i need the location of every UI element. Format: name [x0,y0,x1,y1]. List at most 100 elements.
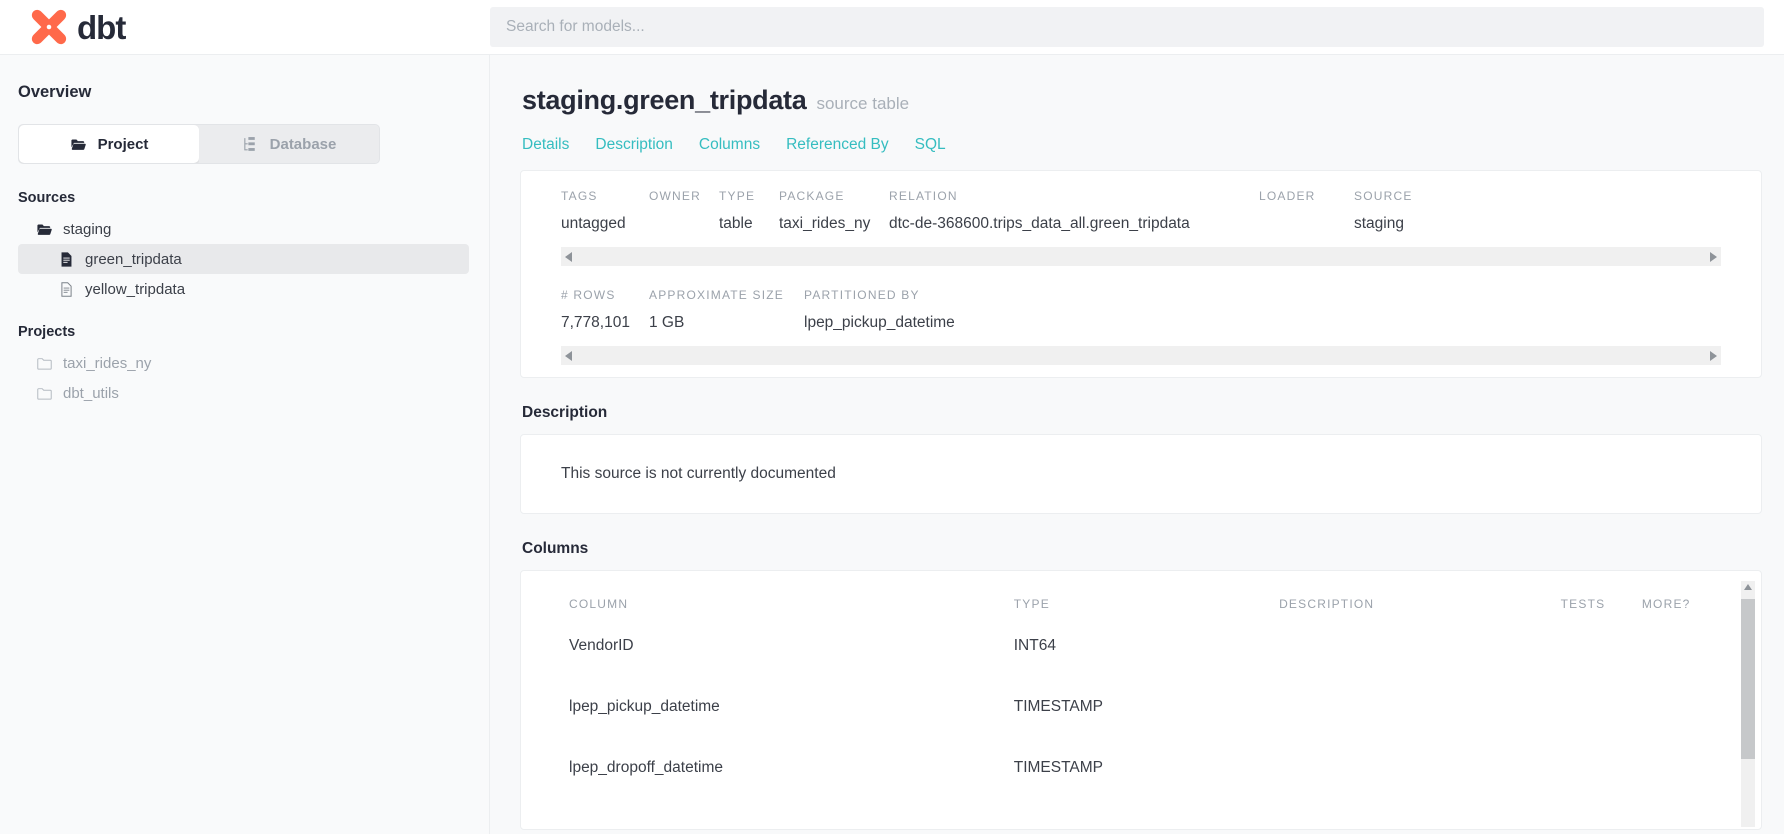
open-folder-icon [70,139,86,150]
sidebar: Overview Project Database Sources stagin… [0,55,490,834]
dbt-docs-app: dbt Overview Project [0,0,1784,834]
page-subtitle: source table [816,94,910,113]
sidebar-item-dbt-utils-label: dbt_utils [63,384,119,402]
cell-column-type: TIMESTAMP [1013,759,1104,776]
table-row[interactable]: VendorID INT64 [521,637,1761,698]
detail-tags-value: untagged [561,215,626,232]
body-container: Overview Project Database Sources stagin… [0,55,1784,834]
details-row-primary: TAGS untagged OWNER TYPE table PACKAGE t… [521,171,1761,239]
detail-rows-label: # ROWS [561,288,616,302]
column-header-description: DESCRIPTION [1279,597,1375,611]
sidebar-item-taxi-rides-ny[interactable]: taxi_rides_ny [18,348,469,378]
detail-partitioned-by-label: PARTITIONED BY [804,288,920,302]
detail-type-value: table [719,215,753,232]
content-tabs: Details Description Columns Referenced B… [522,136,1762,154]
details-card: TAGS untagged OWNER TYPE table PACKAGE t… [520,170,1762,378]
scroll-right-arrow-icon[interactable] [1710,350,1717,361]
columns-table: COLUMN TYPE DESCRIPTION TESTS MORE? Vend… [521,597,1761,820]
sidebar-folder-staging[interactable]: staging [18,214,469,244]
cell-column-name: lpep_pickup_datetime [569,698,720,715]
detail-owner-label: OWNER [649,189,701,203]
cell-column-description [1279,637,1561,698]
cell-column-name: lpep_dropoff_datetime [569,759,723,776]
detail-approx-size-label: APPROXIMATE SIZE [649,288,784,302]
column-header-column: COLUMN [569,597,629,611]
detail-tags-label: TAGS [561,189,598,203]
detail-source-value: staging [1354,215,1404,232]
description-text: This source is not currently documented [561,465,836,482]
open-folder-icon [37,224,52,235]
tree-hierarchy-icon [243,136,255,151]
cell-column-tests [1561,698,1642,759]
columns-heading: Columns [522,540,589,557]
tab-referenced-by[interactable]: Referenced By [786,136,889,154]
description-heading: Description [522,404,608,421]
tab-columns[interactable]: Columns [699,136,760,154]
sidebar-item-yellow-tripdata[interactable]: yellow_tripdata [18,274,469,304]
detail-rows-value: 7,778,101 [561,314,630,331]
search-container [490,0,1784,54]
scroll-left-arrow-icon[interactable] [565,350,572,361]
sources-heading: Sources [18,190,76,206]
cell-column-tests [1561,637,1642,698]
detail-package: PACKAGE taxi_rides_ny [779,189,889,233]
project-database-toggle: Project Database [18,124,380,164]
scroll-up-arrow-icon[interactable] [1744,584,1752,590]
tab-details[interactable]: Details [522,136,569,154]
main-content: staging.green_tripdata source table Deta… [490,55,1784,834]
sidebar-item-yellow-tripdata-label: yellow_tripdata [85,280,186,298]
table-row[interactable]: lpep_pickup_datetime TIMESTAMP [521,698,1761,759]
sidebar-item-dbt-utils[interactable]: dbt_utils [18,378,469,408]
file-outline-icon [61,281,72,297]
sidebar-item-green-tripdata[interactable]: green_tripdata [18,244,469,274]
detail-type: TYPE table [719,189,779,233]
scroll-right-arrow-icon[interactable] [1710,251,1717,262]
detail-relation-value: dtc-de-368600.trips_data_all.green_tripd… [889,215,1190,232]
scrollbar-thumb[interactable] [1741,599,1755,759]
cell-column-description [1279,759,1561,820]
columns-card: COLUMN TYPE DESCRIPTION TESTS MORE? Vend… [520,570,1762,830]
tab-description[interactable]: Description [595,136,673,154]
detail-package-value: taxi_rides_ny [779,215,871,232]
detail-partitioned-by: PARTITIONED BY lpep_pickup_datetime [804,288,1064,332]
tab-project[interactable]: Project [19,125,199,163]
detail-approx-size-value: 1 GB [649,314,685,331]
closed-folder-icon [37,387,52,400]
column-header-type: TYPE [1013,597,1050,611]
detail-owner: OWNER [649,189,719,233]
top-bar: dbt [0,0,1784,55]
detail-source: SOURCE staging [1354,189,1444,233]
cell-column-type: INT64 [1013,637,1056,654]
detail-relation-label: RELATION [889,189,958,203]
detail-type-label: TYPE [719,189,756,203]
detail-source-label: SOURCE [1354,189,1413,203]
detail-partitioned-by-value: lpep_pickup_datetime [804,314,955,331]
columns-table-header-row: COLUMN TYPE DESCRIPTION TESTS MORE? [521,597,1761,637]
search-input[interactable] [490,7,1764,47]
sidebar-item-taxi-rides-ny-label: taxi_rides_ny [63,354,152,372]
details-row-secondary: # ROWS 7,778,101 APPROXIMATE SIZE 1 GB P… [521,266,1761,338]
details-horizontal-scrollbar-bottom[interactable] [561,346,1721,365]
detail-relation: RELATION dtc-de-368600.trips_data_all.gr… [889,189,1259,233]
brand-name: dbt [77,8,126,46]
columns-vertical-scrollbar[interactable] [1741,581,1755,827]
tab-database-label: Database [269,135,337,153]
page-title: staging.green_tripdata [522,85,807,115]
sidebar-item-overview[interactable]: Overview [18,83,469,102]
sidebar-item-green-tripdata-label: green_tripdata [85,250,182,268]
tab-database[interactable]: Database [199,125,379,163]
detail-loader-label: LOADER [1259,189,1316,203]
tab-project-label: Project [97,135,149,153]
dbt-x-logo-icon [31,9,67,45]
tab-sql[interactable]: SQL [915,136,946,154]
details-horizontal-scrollbar-top[interactable] [561,247,1721,266]
page-header: staging.green_tripdata source table [522,79,1762,116]
scroll-left-arrow-icon[interactable] [565,251,572,262]
detail-package-label: PACKAGE [779,189,845,203]
detail-rows: # ROWS 7,778,101 [561,288,649,332]
detail-loader: LOADER [1259,189,1354,233]
sidebar-folder-staging-label: staging [63,220,112,238]
brand-logo[interactable]: dbt [0,0,490,54]
table-row[interactable]: lpep_dropoff_datetime TIMESTAMP [521,759,1761,820]
